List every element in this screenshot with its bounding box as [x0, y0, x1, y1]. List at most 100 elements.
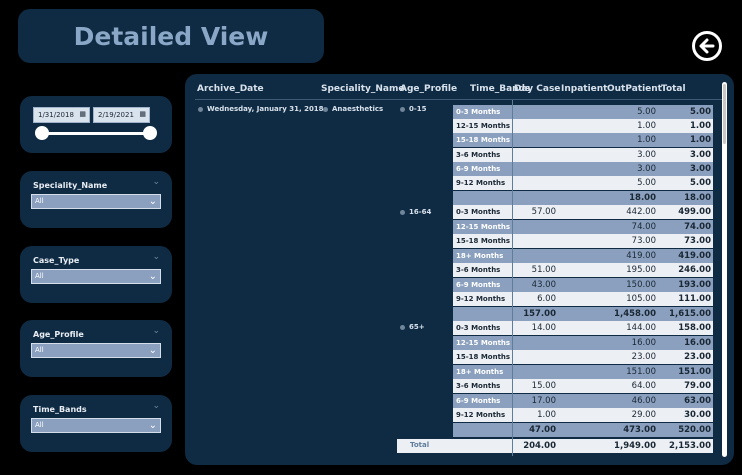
table-row: 6-9 Months 17.00 46.00 63.00 [453, 394, 713, 408]
grand-total-text: Total [410, 441, 430, 449]
expand-dot-icon[interactable] [323, 106, 328, 112]
cell-outpatient: 46.00 [631, 396, 656, 406]
cell-total: 18.00 [684, 193, 711, 203]
cell-day-case [511, 350, 556, 364]
cell-outpatient: 1.00 [637, 135, 656, 145]
archive-date-level[interactable]: Wednesday, January 31, 2018 [198, 105, 324, 113]
dropdown-value: All [35, 197, 44, 205]
speciality-value: Anaesthetics [332, 105, 384, 113]
cell-day-case [511, 336, 556, 350]
cell-day-case: 204.00 [523, 441, 556, 451]
header-total[interactable]: Total [661, 84, 686, 94]
speciality-name-dropdown[interactable]: All ⌄ [31, 194, 161, 209]
speciality-level[interactable]: Anaesthetics [323, 105, 383, 113]
cell-outpatient: 473.00 [623, 425, 656, 435]
cell-inpatient [557, 249, 603, 263]
header-age-profile[interactable]: Age_Profile [400, 84, 457, 94]
table-row: 3-6 Months 15.00 64.00 79.00 [453, 379, 713, 393]
age-level-16-64[interactable]: 16-64 [400, 208, 431, 216]
expand-dot-icon[interactable] [400, 324, 405, 330]
cell-band: 9-12 Months [456, 295, 506, 303]
end-date-value: 2/19/2021 [98, 111, 134, 119]
header-inpatient[interactable]: Inpatient [561, 84, 607, 94]
age-value: 0-15 [409, 105, 427, 113]
age-value: 16-64 [409, 208, 432, 216]
cell-outpatient: 64.00 [631, 381, 656, 391]
cell-inpatient [557, 365, 603, 379]
cell-band: 9-12 Months [456, 179, 506, 187]
grand-total-label: Total [397, 439, 453, 453]
case-type-slicer: Case_Type ⌄ All ⌄ [20, 246, 172, 303]
cell-inpatient [557, 205, 603, 219]
table-row: 12-15 Months 16.00 16.00 [453, 336, 713, 350]
cell-inpatient [557, 307, 603, 321]
table-row: 15-18 Months 73.00 73.00 [453, 234, 713, 248]
expand-dot-icon[interactable] [400, 209, 405, 215]
calendar-icon[interactable]: ▦ [79, 110, 86, 118]
cell-day-case [511, 162, 556, 176]
expand-dot-icon[interactable] [400, 106, 405, 112]
slicer-title: Time_Bands [33, 405, 87, 414]
back-button[interactable] [692, 31, 722, 61]
date-slider-start-handle[interactable] [35, 126, 49, 140]
cell-inpatient [557, 162, 603, 176]
cell-day-case: 47.00 [529, 425, 556, 435]
cell-band: 0-3 Months [456, 208, 501, 216]
header-outpatient[interactable]: OutPatient [607, 84, 662, 94]
cell-band: 0-3 Months [456, 324, 501, 332]
start-date-input[interactable]: 1/31/2018 ▦ [33, 107, 90, 123]
table-row: 9-12 Months 1.00 29.00 30.00 [453, 408, 713, 422]
header-day-case[interactable]: Day Case [514, 84, 560, 94]
slicer-title: Case_Type [33, 256, 80, 265]
cell-day-case: 57.00 [531, 207, 556, 217]
age-profile-dropdown[interactable]: All ⌄ [31, 343, 161, 358]
cell-inpatient [557, 234, 603, 248]
cell-band: 15-18 Months [456, 237, 511, 245]
date-slider-end-handle[interactable] [143, 126, 157, 140]
age-level-0-15[interactable]: 0-15 [400, 105, 427, 113]
cell-total: 499.00 [678, 207, 711, 217]
cell-day-case [511, 220, 556, 234]
speciality-name-slicer: Speciality_Name ⌄ All ⌄ [20, 171, 172, 228]
cell-inpatient [557, 119, 603, 133]
calendar-icon[interactable]: ▦ [139, 110, 146, 118]
cell-total: 2,153.00 [669, 441, 711, 451]
cell-band: 3-6 Months [456, 382, 501, 390]
cell-total: 111.00 [678, 294, 711, 304]
case-type-dropdown[interactable]: All ⌄ [31, 269, 161, 284]
cell-inpatient [557, 191, 603, 205]
end-date-input[interactable]: 2/19/2021 ▦ [93, 107, 150, 123]
header-speciality-name[interactable]: Speciality_Name [321, 84, 404, 94]
table-row: 15-18 Months 23.00 23.00 [453, 350, 713, 364]
date-slider-track[interactable] [42, 132, 150, 135]
chevron-down-icon[interactable]: ⌄ [152, 177, 160, 187]
time-bands-dropdown[interactable]: All ⌄ [31, 418, 161, 433]
cell-inpatient [557, 336, 603, 350]
scrollbar-thumb[interactable] [723, 84, 726, 144]
header-archive-date[interactable]: Archive_Date [197, 84, 264, 94]
cell-outpatient: 1,949.00 [614, 441, 656, 451]
cell-band: 3-6 Months [456, 151, 501, 159]
chevron-down-icon[interactable]: ⌄ [152, 326, 160, 336]
cell-total: 151.00 [678, 367, 711, 377]
cell-day-case [511, 105, 556, 119]
table-row: 6-9 Months 3.00 3.00 [453, 162, 713, 176]
cell-outpatient: 5.00 [637, 178, 656, 188]
cell-band: 15-18 Months [456, 353, 511, 361]
time-bands-slicer: Time_Bands ⌄ All ⌄ [20, 395, 172, 452]
cell-band: 18+ Months [456, 368, 504, 376]
cell-band: 3-6 Months [456, 266, 501, 274]
table-row: 0-3 Months 5.00 5.00 [453, 105, 713, 119]
expand-dot-icon[interactable] [198, 106, 203, 112]
page-title: Detailed View [73, 21, 269, 51]
cell-band: 15-18 Months [456, 136, 511, 144]
cell-day-case [511, 133, 556, 147]
age-value: 65+ [409, 323, 425, 331]
chevron-down-icon[interactable]: ⌄ [152, 401, 160, 411]
age-level-65-plus[interactable]: 65+ [400, 323, 425, 331]
chevron-down-icon[interactable]: ⌄ [152, 252, 160, 262]
grand-total-row: 204.00 1,949.00 2,153.00 [453, 439, 713, 453]
slicer-title: Speciality_Name [33, 181, 108, 190]
cell-total: 1,615.00 [669, 309, 711, 319]
cell-inpatient [557, 408, 603, 422]
